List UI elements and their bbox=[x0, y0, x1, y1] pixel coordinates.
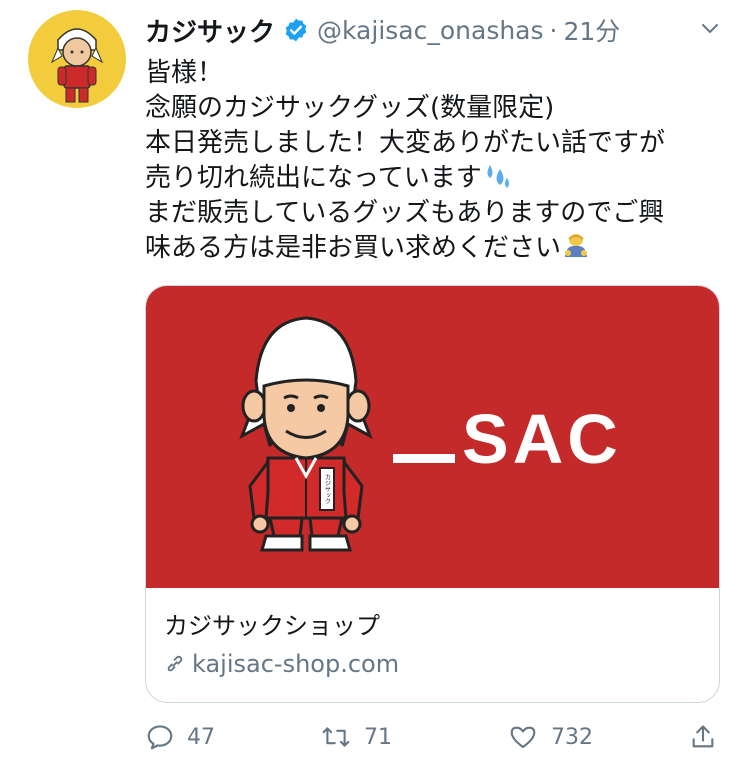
reply-count: 47 bbox=[187, 724, 215, 750]
tweet-line: まだ販売しているグッズもありますのでご興 bbox=[145, 198, 665, 228]
card-title[interactable]: カジサックショップ bbox=[164, 606, 380, 641]
chevron-down-icon[interactable] bbox=[698, 16, 722, 40]
share-icon bbox=[692, 725, 714, 748]
tweet-line-with-emoji: 味ある方は是非お買い求めください bbox=[145, 231, 730, 266]
reply-button[interactable]: 47 bbox=[145, 722, 215, 752]
sweat-droplets-icon bbox=[487, 165, 509, 188]
retweet-count: 71 bbox=[364, 724, 392, 750]
shop-banner-illustration: カジサック SAC bbox=[239, 316, 622, 552]
share-button[interactable] bbox=[689, 722, 729, 752]
retweet-icon bbox=[322, 727, 350, 747]
card-image: カジサック SAC bbox=[146, 286, 719, 588]
tweet-line: 売り切れ続出になっています bbox=[145, 163, 482, 193]
like-button[interactable]: 732 bbox=[507, 722, 593, 752]
tweet-text: 皆様！ 念願のカジサックグッズ(数量限定) 本日発売しました！大変ありがたい話で… bbox=[145, 56, 730, 266]
tweet-line: 皆様！ bbox=[145, 58, 224, 88]
tweet-timestamp[interactable]: 21分 bbox=[563, 12, 620, 48]
reply-icon bbox=[147, 725, 173, 750]
jacket-text: カジサック bbox=[324, 474, 331, 504]
tweet-line: 本日発売しました！大変ありがたい話ですが bbox=[145, 128, 666, 158]
separator-dot: · bbox=[549, 15, 558, 45]
heart-icon bbox=[510, 726, 536, 749]
shop-logo-text: SAC bbox=[462, 400, 622, 478]
tweet-header: カジサック @kajisac_onashas · 21分 bbox=[145, 12, 730, 48]
tweet-actions: 47 71 732 bbox=[145, 722, 730, 760]
tweet-line: 念願のカジサックグッズ(数量限定) bbox=[145, 93, 555, 123]
link-card[interactable]: カジサック SAC カジサックショップ kajisac-shop.com bbox=[145, 285, 720, 703]
verified-badge-icon bbox=[285, 18, 307, 42]
card-url-text: kajisac-shop.com bbox=[192, 650, 400, 678]
link-icon bbox=[167, 655, 183, 672]
author-avatar[interactable] bbox=[28, 10, 126, 108]
author-name[interactable]: カジサック bbox=[145, 12, 275, 49]
author-handle[interactable]: @kajisac_onashas bbox=[317, 16, 544, 45]
character-avatar-icon bbox=[50, 28, 104, 103]
like-count: 732 bbox=[551, 724, 593, 750]
tweet-line: 味ある方は是非お買い求めください bbox=[145, 233, 562, 263]
tweet-line-with-emoji: 売り切れ続出になっています bbox=[145, 161, 730, 196]
card-url[interactable]: kajisac-shop.com bbox=[164, 650, 399, 678]
person-bowing-icon bbox=[565, 234, 588, 257]
retweet-button[interactable]: 71 bbox=[320, 722, 392, 752]
